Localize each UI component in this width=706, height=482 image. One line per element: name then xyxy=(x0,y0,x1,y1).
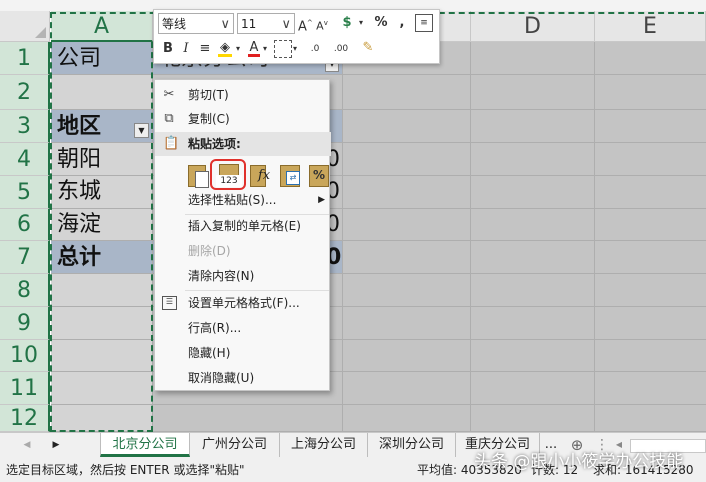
chevron-down-icon[interactable]: ▾ xyxy=(291,39,299,59)
align-center-icon[interactable]: ≡ xyxy=(198,39,212,59)
menu-item-insert-copied[interactable]: 插入复制的单元格(E) xyxy=(155,214,331,238)
context-menu: ✂ 剪切(T) ⧉ 复制(C) 📋 粘贴选项: 123 fx ⇄ % 选择性粘贴(S)… xyxy=(154,79,331,391)
format-painter-icon[interactable]: ✎ xyxy=(359,38,377,58)
font-name-select[interactable]: 等线 ∨ xyxy=(158,13,234,34)
status-message: 选定目标区域，然后按 ENTER 或选择"粘贴" xyxy=(6,463,245,477)
row-header[interactable]: 8 xyxy=(0,274,50,307)
scroll-left-icon[interactable]: ◀ xyxy=(18,433,36,457)
row-header[interactable]: 2 xyxy=(0,75,50,110)
menu-item-paste-special[interactable]: 选择性粘贴(S)... ▶ xyxy=(155,188,331,212)
row-header[interactable]: 4 xyxy=(0,143,50,176)
sheet-tab[interactable]: 深圳分公司 xyxy=(368,433,456,457)
row-header[interactable]: 7 xyxy=(0,241,50,274)
select-all-corner[interactable] xyxy=(0,11,50,42)
chevron-down-icon[interactable]: ▾ xyxy=(261,39,269,59)
row-header[interactable]: 5 xyxy=(0,176,50,209)
decrease-decimal-button[interactable]: .00 xyxy=(328,39,354,59)
chevron-down-icon[interactable]: ▾ xyxy=(234,39,242,59)
borders-icon[interactable] xyxy=(274,40,292,58)
row-header[interactable]: 6 xyxy=(0,209,50,241)
row-header[interactable]: 12 xyxy=(0,405,50,432)
menu-item-copy[interactable]: ⧉ 复制(C) xyxy=(155,107,331,131)
percent-style-button[interactable]: % xyxy=(373,13,389,33)
selection-marquee-column-a xyxy=(50,42,153,432)
row-header[interactable]: 1 xyxy=(0,42,50,75)
chevron-down-icon: ∨ xyxy=(220,17,230,32)
paste-formulas-icon[interactable]: fx xyxy=(248,162,272,188)
clipboard-icon: 📋 xyxy=(163,136,180,151)
menu-item-delete: 删除(D) xyxy=(188,244,231,258)
menu-item-clear-contents[interactable]: 清除内容(N) xyxy=(155,264,331,288)
copy-icon: ⧉ xyxy=(164,111,174,126)
paste-transpose-icon[interactable]: ⇄ xyxy=(278,162,302,188)
font-color-button[interactable]: A xyxy=(247,38,261,58)
currency-format-button[interactable]: $ xyxy=(338,13,356,33)
chevron-down-icon: ∨ xyxy=(281,17,291,32)
format-table-icon[interactable]: ≡ xyxy=(415,14,433,32)
highlight-ring xyxy=(210,159,246,190)
menu-item-format-cells[interactable]: ☰ 设置单元格格式(F)... xyxy=(155,291,331,315)
bold-button[interactable]: B xyxy=(162,39,174,59)
watermark-text: 头条 @跟小小筱学办公技能 xyxy=(474,452,684,472)
font-size-select[interactable]: 11 ∨ xyxy=(237,13,295,34)
scroll-right-icon[interactable]: ▶ xyxy=(46,433,66,457)
paste-options-header: 📋 粘贴选项: xyxy=(155,132,331,156)
grow-font-button[interactable]: A^ xyxy=(298,13,313,34)
format-cells-icon: ☰ xyxy=(162,296,177,310)
italic-button[interactable]: I xyxy=(180,39,192,59)
menu-item-unhide[interactable]: 取消隐藏(U) xyxy=(155,366,331,390)
chevron-right-icon: ▶ xyxy=(318,195,325,205)
sheet-tab[interactable]: 北京分公司 xyxy=(100,433,190,457)
row-header[interactable]: 11 xyxy=(0,372,50,405)
chevron-down-icon[interactable]: ▾ xyxy=(356,13,366,33)
increase-decimal-button[interactable]: .0 xyxy=(304,39,326,59)
mini-toolbar: 等线 ∨ 11 ∨ A^ Av $ ▾ % , ≡ B I ≡ ◈ ▾ A ▾ ▾ … xyxy=(153,9,440,64)
comma-style-button[interactable]: , xyxy=(396,13,408,33)
shrink-font-button[interactable]: Av xyxy=(315,13,329,33)
row-header[interactable]: 10 xyxy=(0,340,50,372)
paste-formatting-icon[interactable]: % xyxy=(307,162,331,188)
menu-item-cut[interactable]: ✂ 剪切(T) xyxy=(155,83,331,107)
fill-color-icon[interactable]: ◈ xyxy=(216,38,234,58)
paste-icon[interactable] xyxy=(186,162,210,188)
sheet-tab[interactable]: 广州分公司 xyxy=(190,433,280,457)
menu-item-hide[interactable]: 隐藏(H) xyxy=(155,341,331,365)
sheet-tab[interactable]: 上海分公司 xyxy=(280,433,368,457)
row-header[interactable]: 9 xyxy=(0,307,50,340)
scissors-icon: ✂ xyxy=(163,87,175,102)
row-header[interactable]: 3 xyxy=(0,110,50,143)
menu-item-row-height[interactable]: 行高(R)... xyxy=(155,316,331,340)
